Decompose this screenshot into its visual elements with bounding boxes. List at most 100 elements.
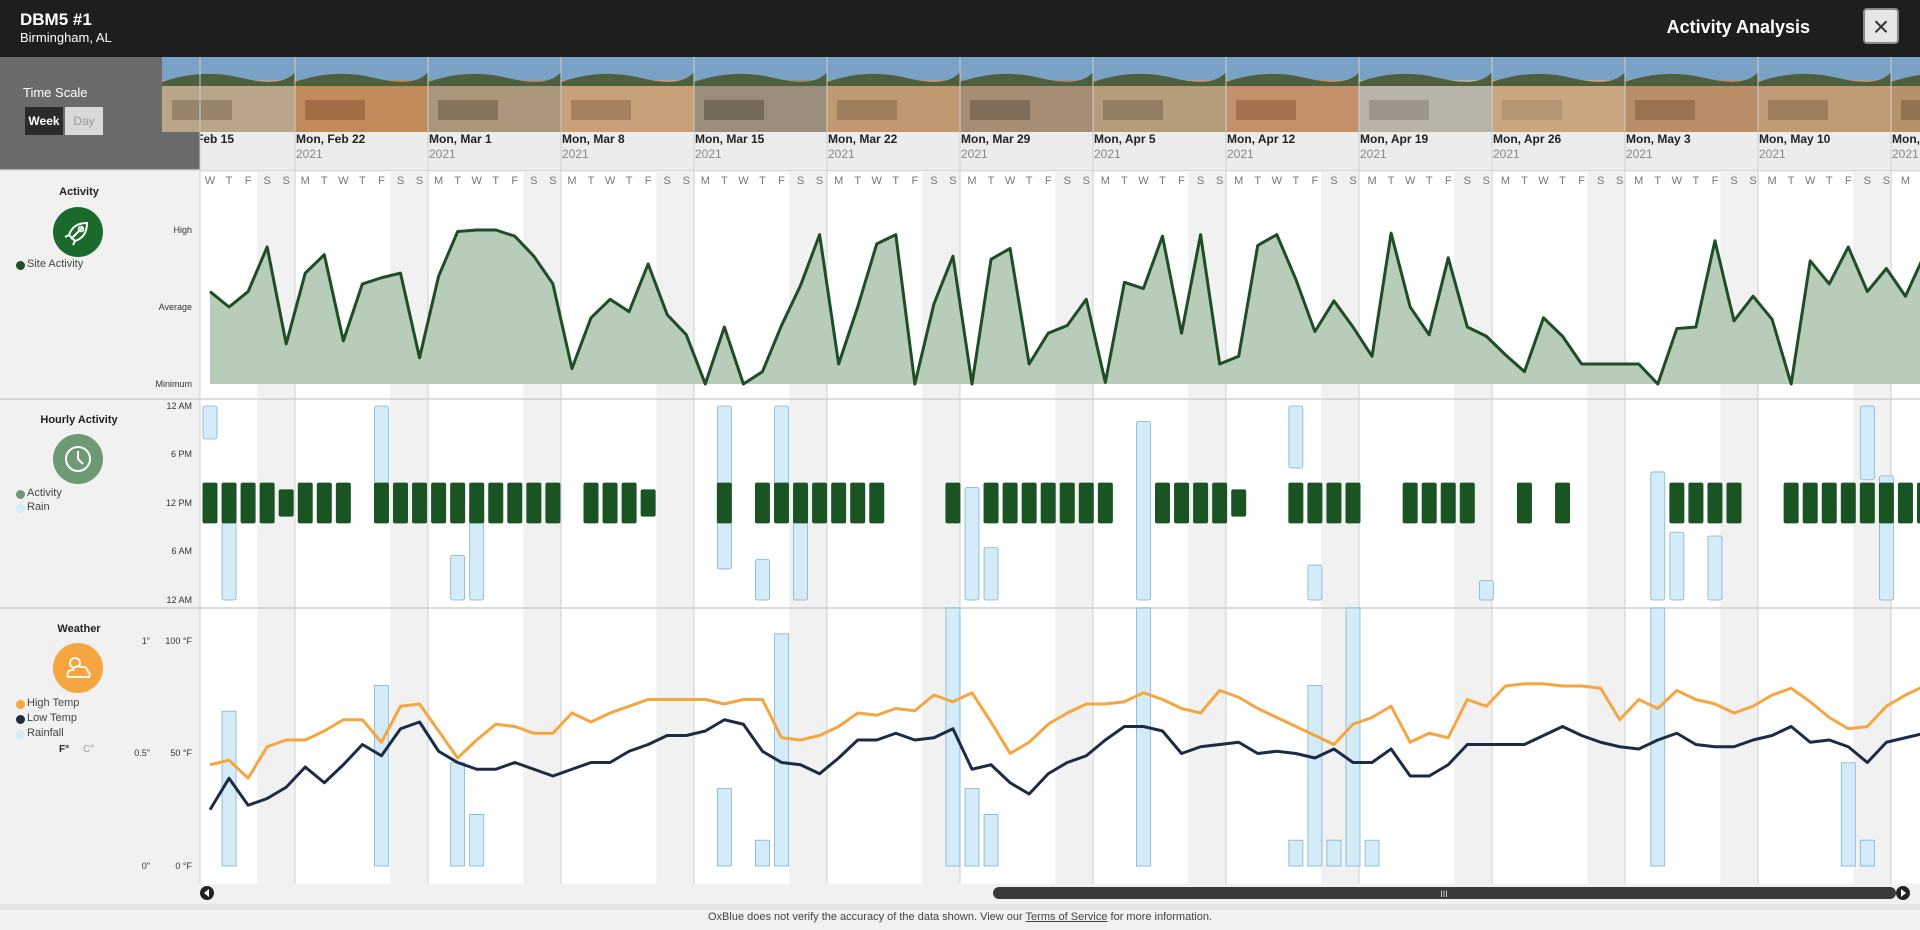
hourly-activity-bar <box>1878 482 1894 524</box>
day-of-week-label: W <box>1138 175 1149 187</box>
hourly-activity-bar <box>1459 482 1475 524</box>
day-of-week-label: S <box>283 175 290 187</box>
rainfall-bar <box>716 788 732 867</box>
day-of-week-label: F <box>1845 175 1852 187</box>
hourly-activity-bar <box>221 482 237 524</box>
timelapse-thumbnail[interactable] <box>1226 57 1359 132</box>
day-of-week-label: W <box>338 175 349 187</box>
weekend-band <box>1587 172 1626 884</box>
hourly-activity-bar <box>545 482 561 524</box>
day-of-week-label: S <box>1464 175 1471 187</box>
hourly-activity-bar <box>1078 482 1094 524</box>
hourly-activity-bar <box>450 482 466 524</box>
hourly-rain-bar <box>1307 564 1323 601</box>
day-of-week-label: S <box>1349 175 1356 187</box>
hourly-activity-bar <box>621 482 637 524</box>
rain-y-label: 0.5" <box>134 748 150 758</box>
timelapse-thumbnail[interactable] <box>295 57 428 132</box>
hourly-activity-bar <box>1707 482 1723 524</box>
day-of-week-label: M <box>1634 175 1643 187</box>
timelapse-thumbnail[interactable] <box>1359 57 1492 132</box>
terms-of-service-link[interactable]: Terms of Service <box>1026 911 1108 923</box>
activity-y-label: Average <box>159 302 192 312</box>
timelapse-thumbnail[interactable] <box>1492 57 1625 132</box>
weekend-band <box>656 172 695 884</box>
hourly-activity-bar <box>507 482 523 524</box>
day-of-week-label: M <box>301 175 310 187</box>
day-of-week-label: S <box>1483 175 1490 187</box>
hourly-activity-bar <box>1802 482 1818 524</box>
hourly-activity-bar <box>831 482 847 524</box>
day-of-week-label: F <box>778 175 785 187</box>
hourly-rain-bar <box>755 558 770 601</box>
day-of-week-label: T <box>721 175 728 187</box>
week-year-label: 2021 <box>562 147 589 161</box>
weekend-band <box>1055 172 1094 884</box>
week-year-label: 2021 <box>1094 147 1121 161</box>
hourly-activity-bar <box>945 482 961 524</box>
hourly-activity-bar <box>1021 482 1037 524</box>
scroll-grip: III <box>1440 889 1448 899</box>
hourly-y-label: 12 AM <box>166 595 192 605</box>
temp-y-label: 50 °F <box>170 748 192 758</box>
rainfall-bar <box>1840 762 1856 867</box>
hourly-rain-bar <box>1478 580 1494 601</box>
day-of-week-label: W <box>738 175 749 187</box>
footer-bar <box>0 904 1920 910</box>
hourly-activity-bar <box>983 482 999 524</box>
day-of-week-label: S <box>930 175 937 187</box>
day-of-week-label: S <box>1197 175 1204 187</box>
hourly-activity-bar <box>1783 482 1799 524</box>
day-of-week-label: S <box>1064 175 1071 187</box>
timelapse-thumbnail[interactable] <box>1625 57 1758 132</box>
hourly-activity-bar <box>1097 482 1113 524</box>
day-of-week-label: S <box>949 175 956 187</box>
day-of-week-label: T <box>1788 175 1795 187</box>
timelapse-thumbnail[interactable] <box>561 57 694 132</box>
day-of-week-label: W <box>1405 175 1416 187</box>
week-label: Feb 15 <box>196 132 234 146</box>
day-of-week-label: S <box>397 175 404 187</box>
day-of-week-label: M <box>1901 175 1910 187</box>
hourly-y-label: 6 PM <box>171 449 192 459</box>
day-of-week-label: T <box>1693 175 1700 187</box>
hourly-activity-bar <box>1212 482 1228 524</box>
timelapse-thumbnail[interactable] <box>162 57 295 132</box>
hourly-activity-bar <box>202 482 218 524</box>
week-year-label: 2021 <box>1360 147 1387 161</box>
timelapse-thumbnail[interactable] <box>428 57 561 132</box>
hourly-activity-bar <box>1402 482 1418 524</box>
day-of-week-label: T <box>226 175 233 187</box>
hourly-activity-bar <box>1840 482 1856 524</box>
day-of-week-label: T <box>1292 175 1299 187</box>
hourly-activity-bar <box>1288 482 1304 524</box>
timelapse-thumbnail[interactable] <box>960 57 1093 132</box>
week-year-label: 2021 <box>1227 147 1254 161</box>
timelapse-thumbnail[interactable] <box>1891 57 1920 132</box>
week-year-label: 2021 <box>1892 147 1919 161</box>
day-of-week-label: S <box>816 175 823 187</box>
day-of-week-label: T <box>1521 175 1528 187</box>
day-of-week-label: S <box>1883 175 1890 187</box>
day-of-week-label: S <box>1749 175 1756 187</box>
day-of-week-label: S <box>1616 175 1623 187</box>
day-of-week-label: M <box>567 175 576 187</box>
hourly-activity-bar <box>640 489 656 517</box>
day-of-week-label: S <box>1864 175 1871 187</box>
day-of-week-label: M <box>1101 175 1110 187</box>
hourly-rain-bar <box>1136 421 1151 601</box>
hourly-activity-bar <box>774 482 789 524</box>
hourly-activity-bar <box>1307 482 1323 524</box>
day-of-week-label: T <box>626 175 633 187</box>
timelapse-thumbnail[interactable] <box>1758 57 1891 132</box>
hourly-rain-bar <box>221 522 237 601</box>
timelapse-thumbnail[interactable] <box>1093 57 1226 132</box>
hourly-activity-bar <box>602 482 618 524</box>
day-of-week-label: S <box>1730 175 1737 187</box>
timelapse-thumbnail[interactable] <box>694 57 827 132</box>
rain-y-label: 1" <box>142 636 150 646</box>
timelapse-thumbnail[interactable] <box>827 57 960 132</box>
day-of-week-label: T <box>454 175 461 187</box>
day-of-week-label: T <box>359 175 366 187</box>
hourly-rain-bar <box>983 547 999 601</box>
